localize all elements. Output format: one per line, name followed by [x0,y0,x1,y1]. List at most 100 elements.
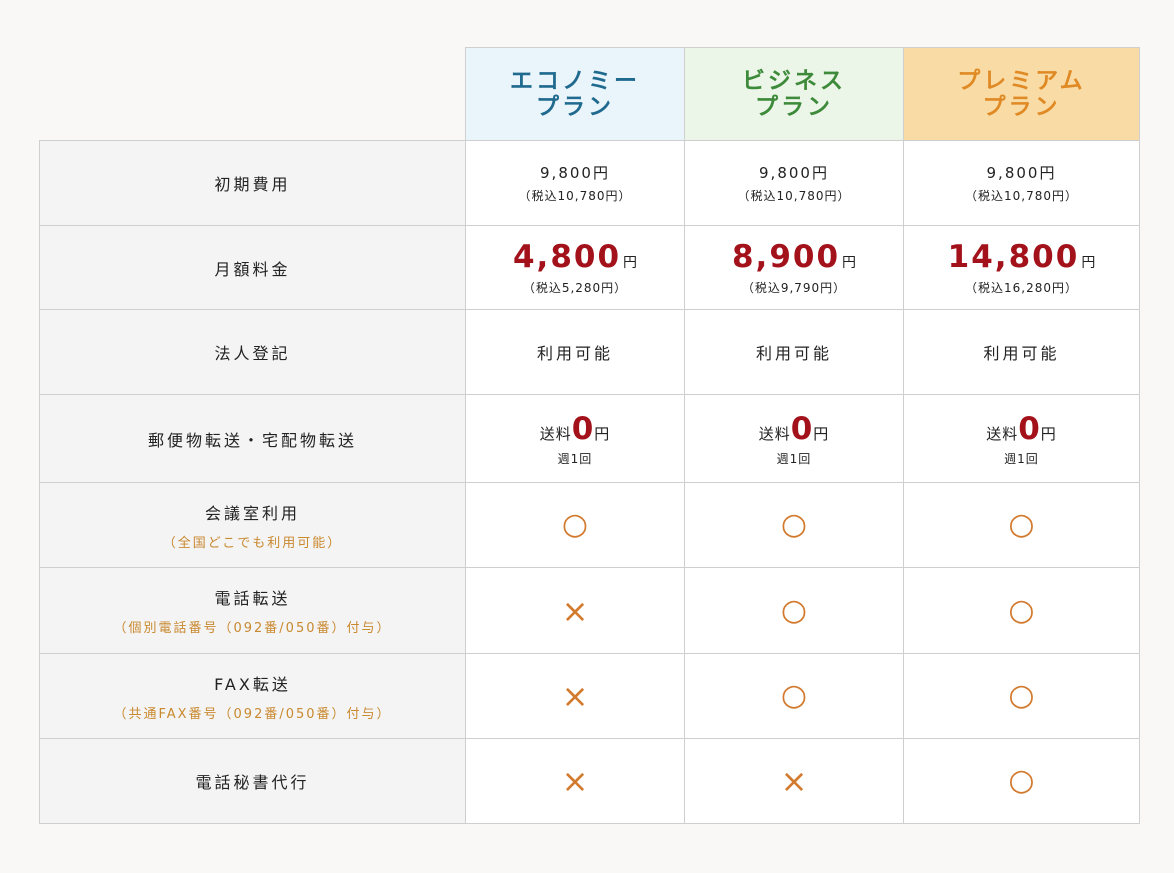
cell-business: ○ [684,567,904,654]
row-mail-forwarding: 郵便物転送・宅配物転送 送料0円 週1回 送料0円 週1回 送料0円 週1回 [39,394,1140,483]
feature-label-group: FAX転送 （共通FAX番号（092番/050番）付与） [39,653,466,739]
plan-suffix: プラン [536,94,614,120]
plan-suffix: プラン [982,94,1061,120]
feature-label: 郵便物転送・宅配物転送 [39,394,466,483]
yen-unit: 円 [813,424,830,443]
plan-name: ビジネス [742,68,846,94]
cell-economy: 利用可能 [465,309,685,395]
availability-text: 利用可能 [536,344,613,363]
feature-note: （個別電話番号（092番/050番）付与） [113,621,392,636]
price-base: 9,800円 [986,164,1057,182]
circle-icon: ○ [561,507,589,542]
price-tax: （税込10,780円） [737,189,851,203]
price-tax: （税込10,780円） [518,189,632,203]
price-tax: （税込9,790円） [741,281,847,295]
cell-economy: × [465,567,685,654]
fee-prefix: 送料 [539,424,572,443]
cell-business: × [684,738,904,824]
cell-premium: ○ [903,653,1140,739]
plan-header-economy: エコノミー プラン [465,47,685,141]
feature-note: （共通FAX番号（092番/050番）付与） [113,706,392,722]
feature-label: 会議室利用 [204,503,300,523]
cell-premium: 送料0円 週1回 [903,394,1140,483]
monthly-price: 4,800 [512,239,622,275]
plan-header-business: ビジネス プラン [684,47,904,141]
cross-icon: × [561,762,589,800]
plan-name: エコノミー [510,68,640,94]
feature-label: 月額料金 [39,225,466,310]
yen-unit: 円 [842,255,857,271]
circle-icon: ○ [780,507,808,542]
row-monthly-fee: 月額料金 4,800 円 （税込5,280円） 8,900 円 （税込9,790円）… [39,225,1140,310]
feature-label: 法人登記 [39,309,466,395]
circle-icon: ○ [1008,592,1035,628]
yen-unit: 円 [594,424,611,443]
availability-text: 利用可能 [983,344,1060,363]
cell-premium: 9,800円 （税込10,780円） [903,140,1140,226]
monthly-price: 14,800 [947,239,1080,275]
price-base: 9,800円 [540,164,610,182]
price-base: 9,800円 [759,164,829,182]
yen-unit: 円 [623,255,638,271]
yen-unit: 円 [1040,424,1057,443]
plan-name: プレミアム [957,68,1086,94]
shipping-fee: 送料0円 [685,411,903,447]
cell-economy: × [465,653,685,739]
cell-premium: ○ [903,567,1140,654]
plan-suffix: プラン [755,94,833,120]
cell-business: 9,800円 （税込10,780円） [684,140,904,226]
price-tax: （税込5,280円） [522,281,628,295]
circle-icon: ○ [1008,507,1035,542]
fee-amount: 0 [1018,410,1041,447]
fee-prefix: 送料 [986,424,1019,443]
availability-text: 利用可能 [755,344,832,363]
cross-icon: × [561,677,589,715]
cell-economy: 9,800円 （税込10,780円） [465,140,685,226]
plan-header-row: エコノミー プラン ビジネス プラン プレミアム プラン [40,47,1140,141]
cell-business: 8,900 円 （税込9,790円） [684,225,904,310]
circle-icon: ○ [1008,763,1035,798]
feature-label: 電話転送 [214,589,291,608]
circle-icon: ○ [1008,678,1035,713]
cross-icon: × [780,762,808,800]
row-phone-secretary: 電話秘書代行 × × ○ [39,738,1140,824]
row-corporate-registration: 法人登記 利用可能 利用可能 利用可能 [39,309,1140,395]
row-initial-fee: 初期費用 9,800円 （税込10,780円） 9,800円 （税込10,780… [39,140,1140,226]
frequency: 週1回 [557,451,593,466]
shipping-fee: 送料0円 [466,411,684,447]
row-phone-forwarding: 電話転送 （個別電話番号（092番/050番）付与） × ○ ○ [39,567,1140,654]
feature-label-group: 会議室利用 （全国どこでも利用可能） [39,482,466,568]
yen-unit: 円 [1081,255,1096,271]
price-tax: （税込16,280円） [965,281,1078,295]
cell-premium: ○ [903,738,1140,824]
cell-premium: 利用可能 [903,309,1140,395]
circle-icon: ○ [780,678,808,713]
cell-economy: × [465,738,685,824]
plan-header-premium: プレミアム プラン [903,47,1140,141]
cell-economy: 4,800 円 （税込5,280円） [465,225,685,310]
cell-business: 利用可能 [684,309,904,395]
cross-icon: × [561,591,589,630]
fee-amount: 0 [571,410,595,447]
fee-amount: 0 [790,410,814,447]
cell-economy: 送料0円 週1回 [465,394,685,483]
feature-label-group: 電話転送 （個別電話番号（092番/050番）付与） [39,567,466,654]
price-tax: （税込10,780円） [965,189,1078,203]
feature-label: 初期費用 [39,140,466,226]
fee-prefix: 送料 [758,424,791,443]
empty-corner [40,48,466,141]
plan-comparison-table: エコノミー プラン ビジネス プラン プレミアム プラン 初期費用 9,800円… [39,47,1140,824]
shipping-fee: 送料0円 [904,411,1139,447]
cell-business: 送料0円 週1回 [684,394,904,483]
circle-icon: ○ [780,592,808,628]
row-fax-forwarding: FAX転送 （共通FAX番号（092番/050番）付与） × ○ ○ [39,653,1140,739]
feature-label: 電話秘書代行 [39,738,466,824]
frequency: 週1回 [1004,451,1039,466]
row-meeting-room: 会議室利用 （全国どこでも利用可能） ○ ○ ○ [39,482,1140,568]
feature-note: （全国どこでも利用可能） [162,535,343,551]
cell-economy: ○ [465,482,685,568]
cell-business: ○ [684,482,904,568]
cell-premium: ○ [903,482,1140,568]
cell-business: ○ [684,653,904,739]
cell-premium: 14,800 円 （税込16,280円） [903,225,1140,310]
